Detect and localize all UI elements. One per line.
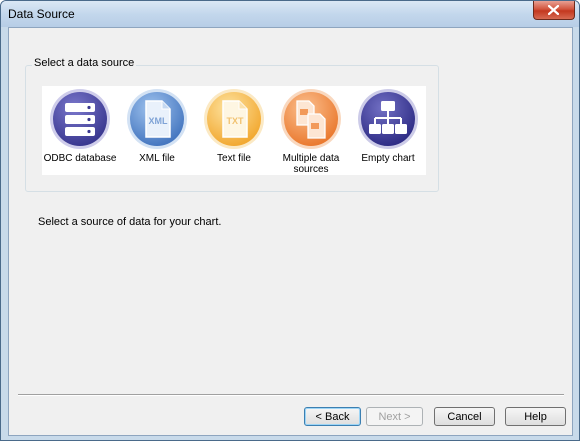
description-text: Select a source of data for your chart. [38, 216, 222, 228]
multiple-files-icon [281, 89, 341, 149]
back-button[interactable]: < Back [304, 407, 361, 426]
group-label: Select a data source [32, 57, 137, 69]
cancel-button[interactable]: Cancel [434, 407, 495, 426]
text-file-icon: TXT [204, 89, 264, 149]
source-xml-file[interactable]: XML XML file [119, 86, 195, 175]
close-button[interactable] [533, 1, 575, 20]
source-label: Multiple data sources [282, 153, 340, 175]
window-title: Data Source [8, 7, 75, 21]
data-source-window: Data Source Select a data source ODBC da… [0, 0, 580, 441]
database-icon [50, 89, 110, 149]
source-label: Text file [217, 153, 251, 164]
source-odbc-database[interactable]: ODBC database [42, 86, 118, 175]
source-label: ODBC database [43, 153, 117, 164]
svg-text:TXT: TXT [227, 116, 245, 126]
source-empty-chart[interactable]: Empty chart [350, 86, 426, 175]
dialog-body: Select a data source ODBC database XML X… [8, 27, 573, 436]
separator [18, 394, 564, 396]
next-button[interactable]: Next > [366, 407, 423, 426]
org-chart-icon [358, 89, 418, 149]
help-button[interactable]: Help [505, 407, 566, 426]
source-multiple-data-sources[interactable]: Multiple data sources [273, 86, 349, 175]
title-bar[interactable]: Data Source [1, 1, 579, 27]
source-label: XML file [139, 153, 175, 164]
source-label: Empty chart [361, 153, 415, 164]
close-icon [548, 5, 559, 15]
xml-file-icon: XML [127, 89, 187, 149]
source-text-file[interactable]: TXT Text file [196, 86, 272, 175]
svg-text:XML: XML [149, 116, 169, 126]
source-list: ODBC database XML XML file TXT Text file… [42, 86, 426, 175]
data-source-group: Select a data source ODBC database XML X… [25, 57, 439, 192]
